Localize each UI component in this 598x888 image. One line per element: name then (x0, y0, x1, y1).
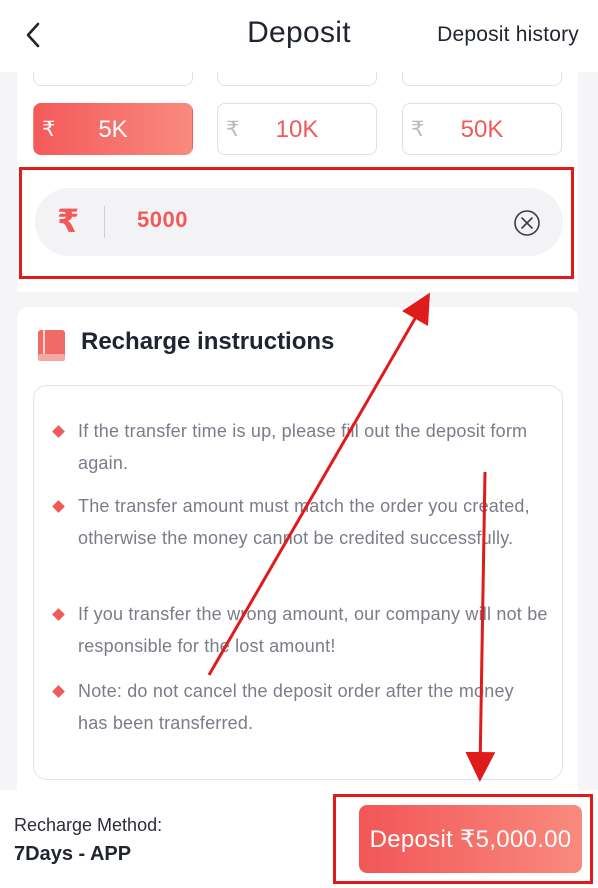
instruction-item: The transfer amount must match the order… (78, 496, 530, 548)
rupee-icon: ₹ (57, 203, 80, 239)
top-bar: Deposit Deposit history (0, 0, 598, 72)
clear-icon[interactable] (513, 209, 541, 237)
chip-row-top-partial (33, 72, 562, 86)
deposit-button[interactable]: Deposit ₹5,000.00 (359, 805, 582, 873)
amount-chip-partial[interactable] (402, 72, 562, 86)
amount-input[interactable]: ₹ 5000 (35, 188, 563, 256)
amount-chip-partial[interactable] (217, 72, 377, 86)
book-icon (38, 330, 65, 361)
amount-chip-label: 10K (275, 116, 319, 143)
deposit-history-link[interactable]: Deposit history (437, 23, 579, 47)
instructions-title: Recharge instructions (81, 328, 335, 355)
instruction-item: If the transfer time is up, please fill … (78, 421, 528, 473)
recharge-method-label: Recharge Method: (14, 815, 163, 835)
input-divider (104, 206, 105, 238)
amount-chip-label: 5K (98, 116, 128, 143)
amount-chip-10k[interactable]: ₹ 10K (217, 103, 377, 155)
instruction-item: If you transfer the wrong amount, our co… (78, 604, 548, 656)
amount-chip-partial[interactable] (33, 72, 193, 86)
amount-chip-50k[interactable]: ₹ 50K (402, 103, 562, 155)
instruction-item: Note: do not cancel the deposit order af… (78, 681, 514, 733)
amount-input-value[interactable]: 5000 (137, 207, 188, 233)
amount-chip-label: 50K (460, 116, 504, 143)
recharge-method-value: 7Days - APP (14, 843, 132, 865)
amount-chip-5k[interactable]: ₹ 5K (33, 103, 193, 155)
